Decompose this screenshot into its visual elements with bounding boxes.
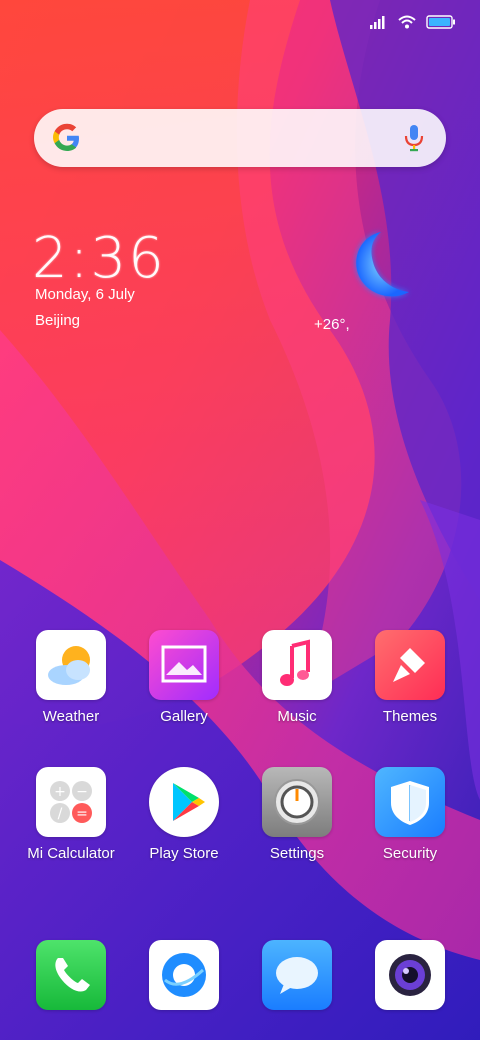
google-search-bar[interactable]	[34, 109, 446, 167]
app-label: Settings	[269, 845, 325, 862]
signal-icon	[370, 16, 385, 29]
calculator-icon: + − / =	[36, 767, 106, 837]
app-mi-calculator[interactable]: + − / = Mi Calculator	[16, 767, 126, 862]
dock-phone[interactable]	[16, 940, 126, 1010]
app-themes[interactable]: Themes	[355, 630, 465, 725]
clock-date: Monday, 6 July	[35, 286, 135, 303]
app-play-store[interactable]: Play Store	[129, 767, 239, 862]
weather-icon	[36, 630, 106, 700]
svg-text:=: =	[76, 806, 88, 822]
play-store-icon	[149, 767, 219, 837]
battery-icon	[426, 15, 455, 29]
google-g-icon	[53, 123, 79, 151]
svg-text:−: −	[76, 784, 88, 800]
browser-icon	[149, 940, 219, 1010]
app-label: Gallery	[160, 708, 208, 725]
app-security[interactable]: Security	[355, 767, 465, 862]
app-music[interactable]: Music	[242, 630, 352, 725]
messages-icon	[262, 940, 332, 1010]
app-label: Weather	[42, 708, 100, 725]
moon-icon	[356, 232, 409, 297]
clock-time[interactable]: 2:36	[32, 226, 166, 291]
settings-icon	[262, 767, 332, 837]
app-label: Security	[382, 845, 438, 862]
app-weather[interactable]: Weather	[16, 630, 126, 725]
svg-text:+: +	[54, 784, 66, 800]
app-gallery[interactable]: Gallery	[129, 630, 239, 725]
dock-camera[interactable]	[355, 940, 465, 1010]
weather-temperature: +26°,	[314, 316, 350, 333]
app-label: Music	[277, 708, 317, 725]
wifi-icon	[398, 15, 416, 29]
dock-messages[interactable]	[242, 940, 352, 1010]
status-bar	[370, 12, 456, 32]
app-label: Play Store	[149, 845, 219, 862]
gallery-icon	[149, 630, 219, 700]
phone-icon	[36, 940, 106, 1010]
camera-icon	[375, 940, 445, 1010]
app-label: Mi Calculator	[27, 845, 115, 862]
security-icon	[375, 767, 445, 837]
themes-icon	[375, 630, 445, 700]
app-label: Themes	[382, 708, 438, 725]
dock-browser[interactable]	[129, 940, 239, 1010]
music-icon	[262, 630, 332, 700]
app-settings[interactable]: Settings	[242, 767, 352, 862]
svg-text:/: /	[58, 806, 63, 822]
microphone-icon[interactable]	[404, 123, 424, 153]
weather-city: Beijing	[35, 312, 81, 329]
